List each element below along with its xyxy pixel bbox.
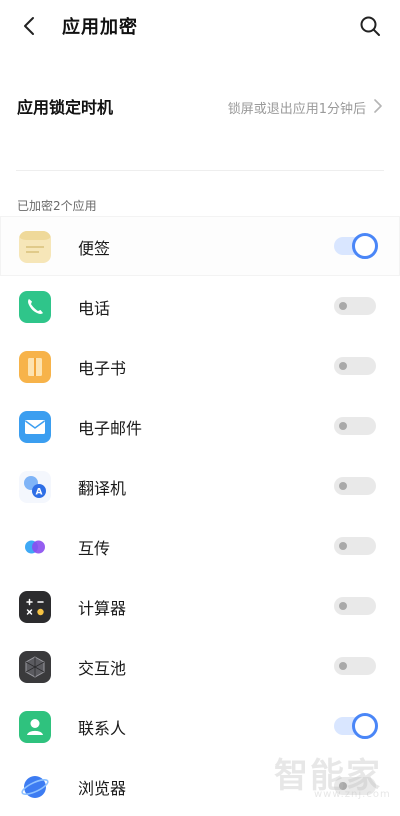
app-lock-toggle[interactable]: [334, 657, 376, 675]
toggle-knob: [339, 482, 347, 490]
toggle-knob: [339, 662, 347, 670]
phone-icon: [19, 291, 51, 323]
lock-timing-row[interactable]: 应用锁定时机 锁屏或退出应用1分钟后: [0, 78, 400, 134]
toggle-knob: [339, 542, 347, 550]
interaction-pool-icon: [19, 651, 51, 683]
app-lock-toggle[interactable]: [334, 713, 378, 739]
app-name: 计算器: [78, 599, 127, 618]
app-lock-toggle[interactable]: [334, 417, 376, 435]
app-lock-toggle[interactable]: [334, 233, 378, 259]
search-icon[interactable]: [358, 14, 382, 38]
ebook-icon: [19, 351, 51, 383]
app-row-calculator[interactable]: 计算器: [0, 576, 400, 636]
section-divider: [16, 170, 384, 171]
watermark-url: www.znj.com: [314, 789, 391, 800]
app-name: 便签: [78, 239, 111, 258]
lock-timing-value: 锁屏或退出应用1分钟后: [227, 102, 366, 117]
app-lock-toggle[interactable]: [334, 537, 376, 555]
app-name: 电子邮件: [78, 419, 143, 438]
app-row-translator[interactable]: A 翻译机: [0, 456, 400, 516]
app-name: 互传: [78, 539, 111, 558]
app-name: 电子书: [78, 359, 127, 378]
top-bar: 应用加密: [0, 0, 400, 52]
app-lock-toggle[interactable]: [334, 357, 376, 375]
app-list: 便签 电话 电子书 电子邮件 A 翻译机 互传 计算器 交互池 联系人 浏览器: [0, 216, 400, 816]
lock-timing-label: 应用锁定时机: [17, 98, 114, 117]
share-icon: [19, 531, 51, 563]
app-row-email[interactable]: 电子邮件: [0, 396, 400, 456]
app-name: 交互池: [78, 659, 127, 678]
app-lock-toggle[interactable]: [334, 297, 376, 315]
page-title: 应用加密: [62, 17, 138, 38]
email-icon: [19, 411, 51, 443]
app-lock-toggle[interactable]: [334, 597, 376, 615]
app-name: 电话: [78, 299, 111, 318]
encrypted-count-label: 已加密2个应用: [17, 199, 97, 213]
app-name: 联系人: [78, 719, 127, 738]
app-row-interaction-pool[interactable]: 交互池: [0, 636, 400, 696]
toggle-knob: [339, 302, 347, 310]
app-lock-toggle[interactable]: [334, 477, 376, 495]
toggle-knob: [352, 713, 378, 739]
chevron-right-icon: [374, 99, 382, 113]
chevron-left-icon[interactable]: [18, 14, 42, 38]
translator-icon: A: [19, 471, 51, 503]
browser-icon: [19, 771, 51, 803]
app-row-contacts[interactable]: 联系人: [0, 696, 400, 756]
notes-icon: [19, 231, 51, 263]
toggle-knob: [339, 362, 347, 370]
app-name: 翻译机: [78, 479, 127, 498]
contacts-icon: [19, 711, 51, 743]
calculator-icon: [19, 591, 51, 623]
app-row-phone[interactable]: 电话: [0, 276, 400, 336]
app-row-notes[interactable]: 便签: [0, 216, 400, 276]
app-row-ebook[interactable]: 电子书: [0, 336, 400, 396]
toggle-knob: [339, 422, 347, 430]
app-row-share[interactable]: 互传: [0, 516, 400, 576]
svg-text:A: A: [36, 488, 43, 498]
watermark: 智能家 www.znj.com: [274, 748, 394, 808]
app-name: 浏览器: [78, 779, 127, 798]
toggle-knob: [352, 233, 378, 259]
toggle-knob: [339, 602, 347, 610]
